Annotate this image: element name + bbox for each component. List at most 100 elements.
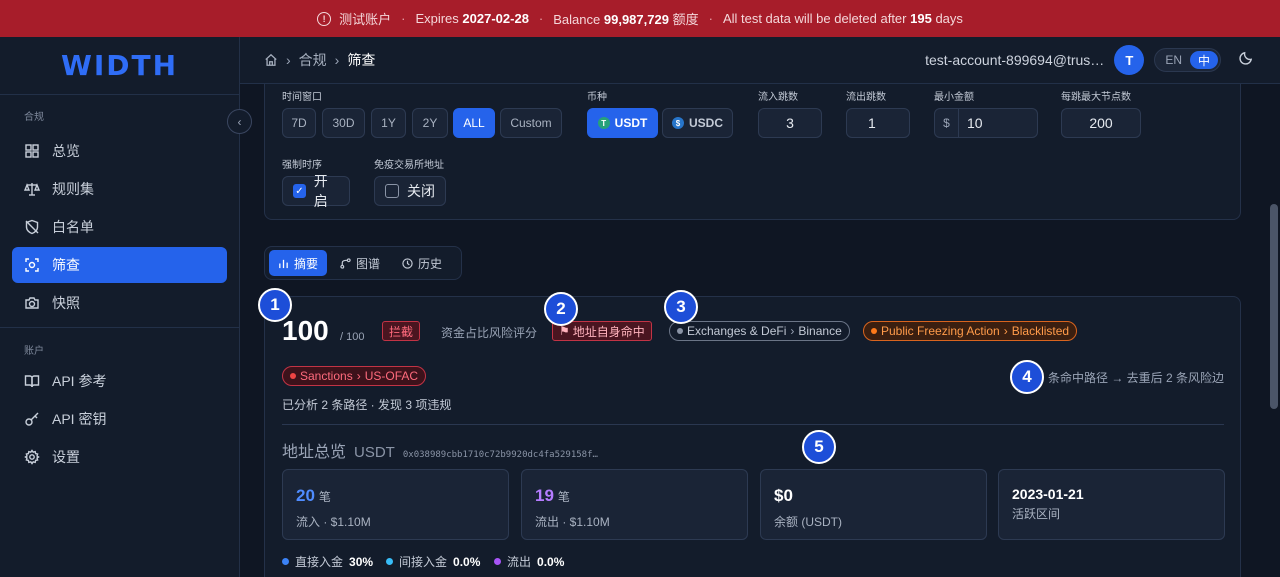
stat-active-range: 2023-01-21 活跃区间	[998, 469, 1225, 540]
test-account-banner: ! 测试账户 · Expires 2027-02-28 · Balance 99…	[0, 0, 1280, 37]
sidebar-item-api-keys[interactable]: API 密钥	[12, 401, 227, 437]
sidebar-item-label: API 密钥	[52, 411, 107, 427]
shield-off-icon	[25, 219, 39, 235]
tab-history[interactable]: 历史	[393, 250, 451, 276]
tab-graph[interactable]: 图谱	[331, 250, 389, 276]
stat-caption: 流入 · $1.10M	[296, 515, 371, 529]
key-icon	[25, 412, 39, 426]
scrollbar[interactable]	[1266, 84, 1280, 577]
coin-usdt-label: USDT	[614, 116, 648, 130]
legend-dot	[494, 558, 501, 565]
gear-icon	[24, 449, 40, 465]
sidebar-item-label: 筛查	[52, 257, 80, 273]
language-switch[interactable]: EN 中	[1154, 48, 1221, 72]
clock-icon	[402, 257, 413, 269]
legend-dot	[282, 558, 289, 565]
sidebar-item-settings[interactable]: 设置	[12, 439, 227, 475]
legend-label: 流出	[507, 555, 532, 569]
risk-score-max: / 100	[340, 331, 365, 343]
category-pill-sanctions[interactable]: Sanctions › US-OFAC	[282, 366, 427, 386]
tab-label: 摘要	[294, 256, 319, 271]
lang-en-option[interactable]: EN	[1157, 53, 1190, 67]
time-option-custom[interactable]: Custom	[500, 108, 562, 138]
legend-value: 0.0%	[453, 554, 481, 569]
filter-panel: 时间窗口 7D 30D 1Y 2Y ALL Custom 币种 T USDT $…	[264, 84, 1241, 220]
pill-dot	[290, 373, 296, 379]
sidebar-item-whitelist[interactable]: 白名单	[12, 209, 227, 245]
sidebar-item-api-reference[interactable]: API 参考	[12, 363, 227, 399]
annotation-marker-2: 2	[544, 292, 578, 326]
scrollbar-thumb[interactable]	[1270, 204, 1278, 409]
unchecked-box-icon	[385, 184, 399, 198]
in-hops-input[interactable]: 3	[758, 108, 822, 138]
stat-caption: 活跃区间	[1012, 507, 1061, 521]
min-amount-input[interactable]: $ 10	[934, 108, 1038, 138]
sidebar-item-label: API 参考	[52, 373, 107, 389]
category-pill-freezing[interactable]: Public Freezing Action › Blacklisted	[863, 321, 1078, 341]
address-overview-coin: USDT	[354, 444, 395, 461]
sidebar-item-screening[interactable]: 筛查	[12, 247, 227, 283]
force-order-checkbox[interactable]: ✓ 开启	[282, 173, 350, 209]
banner-balance: Balance 99,987,729 额度	[553, 12, 699, 27]
home-icon[interactable]	[264, 53, 278, 67]
force-order-label: 强制时序	[282, 160, 322, 171]
stat-caption: 流出 · $1.10M	[535, 515, 610, 529]
camera-icon	[25, 297, 39, 309]
scan-icon	[25, 258, 39, 272]
self-hit-label: 地址自身命中	[572, 324, 645, 339]
coin-usdt-button[interactable]: T USDT	[587, 108, 658, 138]
collapse-sidebar-button[interactable]: ‹	[227, 109, 252, 134]
bar-chart-icon	[279, 259, 288, 268]
stat-number: 19	[535, 486, 554, 505]
sidebar-item-label: 快照	[52, 295, 80, 311]
banner-account: 测试账户	[339, 12, 392, 27]
max-nodes-input[interactable]: 200	[1061, 108, 1141, 138]
legend-label: 直接入金	[295, 555, 344, 569]
pill-category: Sanctions	[300, 369, 353, 383]
avatar[interactable]: T	[1114, 45, 1145, 75]
lang-zh-option[interactable]: 中	[1189, 51, 1218, 69]
time-option-1y[interactable]: 1Y	[371, 108, 406, 138]
account-email[interactable]: test-account-899694@trus…	[925, 52, 1104, 68]
tab-label: 图谱	[356, 256, 381, 271]
section-label-compliance: 合规	[24, 111, 44, 123]
annotation-marker-1: 1	[258, 288, 292, 322]
scale-icon	[24, 183, 40, 196]
sidebar-item-overview[interactable]: 总览	[12, 133, 227, 169]
sidebar-item-label: 设置	[52, 449, 80, 465]
sidebar: WIDTH 合规 总览 规则集 白名单 筛查 快照 账户 API 参考 API …	[0, 37, 240, 577]
time-option-7d[interactable]: 7D	[282, 108, 316, 138]
coin-usdc-button[interactable]: $ USDC	[662, 108, 733, 138]
legend-dot	[386, 558, 393, 565]
tab-summary[interactable]: 摘要	[269, 250, 328, 276]
breadcrumb-item[interactable]: 合规	[299, 50, 327, 70]
banner-notice: All test data will be deleted after 195 …	[722, 11, 963, 26]
moon-icon[interactable]	[1239, 50, 1254, 70]
stat-value: 2023-01-21	[1012, 486, 1084, 502]
time-option-all[interactable]: ALL	[453, 108, 495, 138]
analysis-summary: 已分析 2 条路径 · 发现 3 项违规	[282, 398, 452, 412]
time-option-2y[interactable]: 2Y	[412, 108, 448, 138]
address-hash[interactable]: 0x038989cbb1710c72b9920dc4fa529158f…	[403, 450, 598, 460]
stat-inflow: 20 笔 流入 · $1.10M	[282, 469, 509, 540]
topbar: › 合规 › 筛查 test-account-899694@trus… T EN…	[240, 37, 1280, 84]
sidebar-item-rules[interactable]: 规则集	[12, 171, 227, 207]
out-hops-label: 流出跳数	[846, 92, 886, 103]
out-hops-input[interactable]: 1	[846, 108, 910, 138]
category-pill-exchange[interactable]: Exchanges & DeFi › Binance	[669, 321, 850, 341]
time-option-30d[interactable]: 30D	[322, 108, 365, 138]
graph-icon	[340, 257, 351, 269]
pill-entity: Binance	[798, 324, 842, 338]
main-content: 时间窗口 7D 30D 1Y 2Y ALL Custom 币种 T USDT $…	[240, 84, 1266, 577]
sidebar-item-snapshot[interactable]: 快照	[12, 285, 227, 321]
exempt-exchange-checkbox[interactable]: 关闭	[374, 176, 446, 206]
paths-note: 条命中路径 → 去重后 2 条风险边	[1047, 371, 1224, 385]
time-window-label: 时间窗口	[282, 92, 322, 103]
sidebar-item-label: 白名单	[52, 219, 94, 235]
stat-unit: 笔	[318, 490, 331, 504]
flag-icon: ⚑	[559, 324, 570, 338]
chevron-right-icon: ›	[286, 52, 291, 68]
legend-indirect-inflow: 间接入金 0.0%	[386, 553, 480, 570]
app-logo[interactable]: WIDTH	[0, 37, 239, 95]
legend-outflow: 流出 0.0%	[494, 553, 564, 570]
